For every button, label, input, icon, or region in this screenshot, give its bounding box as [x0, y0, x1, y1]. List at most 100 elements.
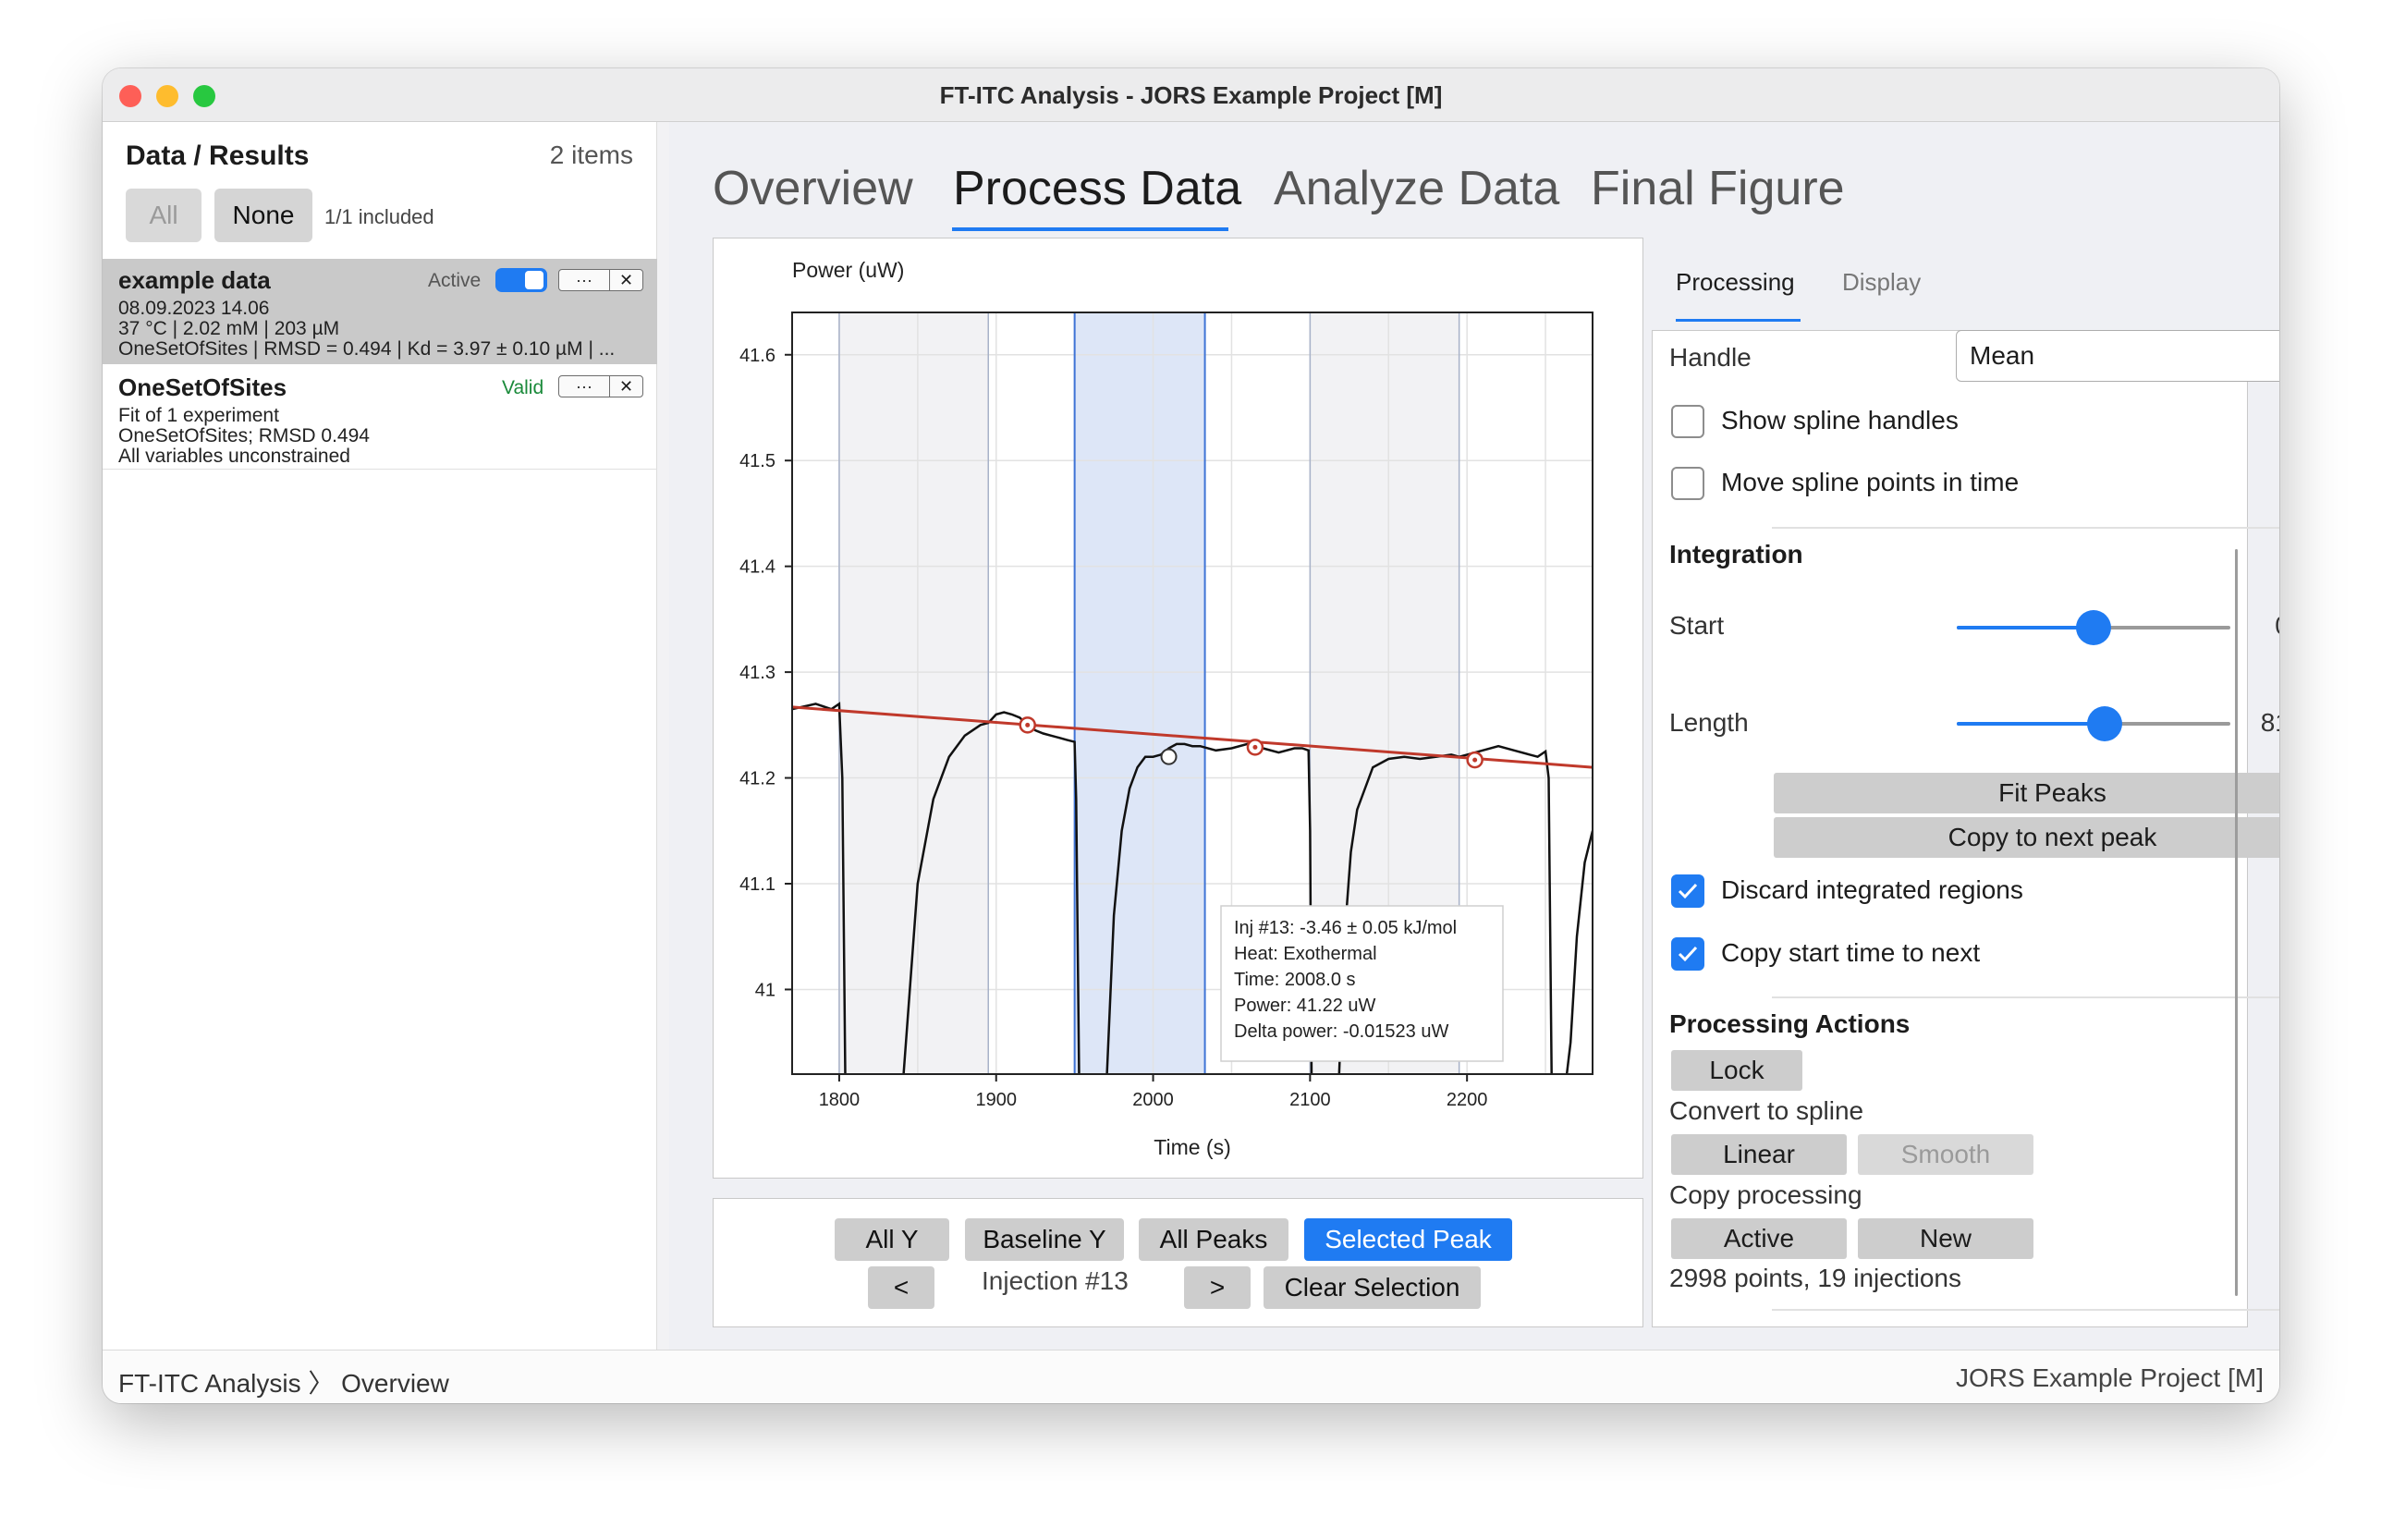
copy-active-button[interactable]: Active [1671, 1218, 1847, 1259]
tooltip-line: Delta power: -0.01523 uW [1234, 1021, 1448, 1042]
select-none-button[interactable]: None [214, 189, 312, 242]
more-icon[interactable]: ··· [559, 270, 610, 290]
included-count: 1/1 included [324, 205, 434, 228]
length-value: 81.9 s [2260, 708, 2279, 737]
item-detail: 08.09.2023 14.06 [118, 298, 270, 319]
show-spline-handles-label: Show spline handles [1721, 406, 1959, 434]
y-tick-label: 41.3 [739, 663, 775, 683]
selected-region [1074, 312, 1205, 1074]
smooth-button[interactable]: Smooth [1858, 1134, 2033, 1175]
previous-injection-button[interactable]: < [868, 1266, 934, 1309]
lock-button[interactable]: Lock [1671, 1050, 1802, 1091]
divider [1772, 996, 2279, 998]
start-value: 0.0 s [2220, 611, 2279, 641]
show-spline-handles-checkbox[interactable] [1671, 405, 1704, 438]
select-all-button[interactable]: All [126, 189, 201, 242]
tab-display[interactable]: Display [1842, 268, 1921, 297]
data-summary: 2998 points, 19 injections [1669, 1264, 1961, 1292]
discard-regions-label: Discard integrated regions [1721, 875, 2023, 904]
item-name: OneSetOfSites [118, 373, 287, 401]
close-icon[interactable]: ✕ [610, 270, 642, 290]
list-item[interactable]: OneSetOfSites Valid ··· ✕ Fit of 1 exper… [103, 364, 657, 470]
item-detail: 37 °C | 2.02 mM | 203 µM [118, 318, 340, 339]
spline-point-center [1252, 744, 1258, 750]
copy-to-next-peak-button[interactable]: Copy to next peak [1774, 817, 2279, 858]
handle-select-value: Mean [1970, 341, 2035, 370]
peak-region [838, 312, 989, 1074]
item-count: 2 items [549, 141, 633, 169]
injection-label: Injection #13 [982, 1266, 1129, 1295]
start-slider-handle[interactable] [2076, 610, 2111, 645]
active-tab-underline [952, 227, 1228, 231]
baseline-y-button[interactable]: Baseline Y [965, 1218, 1124, 1261]
close-icon[interactable]: ✕ [610, 376, 642, 397]
divider [1772, 1309, 2279, 1311]
x-tick-label: 1800 [819, 1090, 861, 1110]
tooltip-line: Inj #13: -3.46 ± 0.05 kJ/mol [1234, 918, 1457, 938]
selected-peak-button[interactable]: Selected Peak [1304, 1218, 1512, 1261]
status-bar: FT-ITC Analysis 〉 Overview JORS Example … [103, 1350, 2279, 1403]
y-tick-label: 41.6 [739, 346, 775, 366]
power-chart[interactable]: 41 41.1 41.2 41.3 41.4 41.5 41.6 1800 1900 2000 21… [714, 238, 1642, 1177]
x-tick-label: 2000 [1132, 1090, 1174, 1110]
discard-regions-checkbox[interactable] [1671, 874, 1704, 908]
tooltip-line: Time: 2008.0 s [1234, 970, 1356, 990]
all-y-button[interactable]: All Y [835, 1218, 949, 1261]
convert-to-spline-label: Convert to spline [1669, 1096, 1864, 1125]
next-injection-button[interactable]: > [1184, 1266, 1251, 1309]
breadcrumb: FT-ITC Analysis 〉 Overview [118, 1369, 449, 1398]
status-badge: Valid [502, 377, 544, 398]
sidebar: Data / Results 2 items All None 1/1 incl… [103, 122, 657, 1350]
item-actions: ··· ✕ [558, 269, 643, 291]
spline-point-center [1025, 722, 1031, 727]
project-name: JORS Example Project [M] [1956, 1363, 2264, 1392]
more-icon[interactable]: ··· [559, 376, 610, 397]
y-tick-label: 41.2 [739, 769, 775, 789]
item-actions: ··· ✕ [558, 375, 643, 397]
fit-peaks-button[interactable]: Fit Peaks [1774, 773, 2279, 813]
active-toggle[interactable] [495, 268, 547, 292]
clear-selection-button[interactable]: Clear Selection [1264, 1266, 1481, 1309]
divider [1772, 527, 2279, 529]
x-tick-label: 1900 [975, 1090, 1017, 1110]
window-title: FT-ITC Analysis - JORS Example Project [… [939, 81, 1443, 109]
tooltip: Inj #13: -3.46 ± 0.05 kJ/mol Heat: Exothe… [1220, 905, 1504, 1062]
plot-panel: 41 41.1 41.2 41.3 41.4 41.5 41.6 1800 1900 2000 21… [713, 238, 1643, 1179]
linear-button[interactable]: Linear [1671, 1134, 1847, 1175]
integration-heading: Integration [1669, 540, 1803, 568]
item-detail: OneSetOfSites; RMSD 0.494 [118, 425, 370, 446]
copy-start-time-checkbox[interactable] [1671, 937, 1704, 971]
tab-final-figure[interactable]: Final Figure [1591, 161, 1845, 216]
start-label: Start [1669, 611, 1725, 640]
x-axis-label: Time (s) [1154, 1135, 1230, 1159]
length-label: Length [1669, 708, 1749, 737]
copy-new-button[interactable]: New [1858, 1218, 2033, 1259]
x-tick-label: 2100 [1289, 1090, 1331, 1110]
x-tick-label: 2200 [1447, 1090, 1488, 1110]
start-slider-fill [1957, 626, 2094, 629]
length-slider-fill [1957, 722, 2105, 726]
y-tick-label: 41 [755, 980, 775, 1000]
tab-analyze-data[interactable]: Analyze Data [1274, 161, 1559, 216]
panel-scrollbar[interactable] [2235, 549, 2238, 1296]
item-detail: All variables unconstrained [118, 446, 350, 467]
handle-select[interactable]: Mean [1956, 330, 2279, 382]
check-icon [1678, 946, 1698, 962]
spline-point-center [1472, 757, 1478, 763]
all-peaks-button[interactable]: All Peaks [1139, 1218, 1288, 1261]
item-detail: OneSetOfSites | RMSD = 0.494 | Kd = 3.97… [118, 338, 616, 360]
tab-processing[interactable]: Processing [1676, 268, 1795, 297]
tab-overview[interactable]: Overview [713, 161, 913, 216]
sidebar-heading: Data / Results [126, 141, 310, 171]
item-name: example data [118, 266, 271, 294]
tooltip-line: Heat: Exothermal [1234, 944, 1377, 964]
item-detail: Fit of 1 experiment [118, 405, 279, 426]
move-spline-points-checkbox[interactable] [1671, 467, 1704, 500]
title-bar: FT-ITC Analysis - JORS Example Project [… [103, 68, 2279, 122]
list-item[interactable]: example data Active ··· ✕ 08.09.2023 14.… [103, 259, 657, 364]
length-slider-handle[interactable] [2086, 706, 2122, 741]
check-icon [1678, 883, 1698, 899]
y-axis-label: Power (uW) [792, 258, 904, 282]
status-badge: Active [428, 270, 482, 291]
tab-process-data[interactable]: Process Data [953, 161, 1241, 216]
